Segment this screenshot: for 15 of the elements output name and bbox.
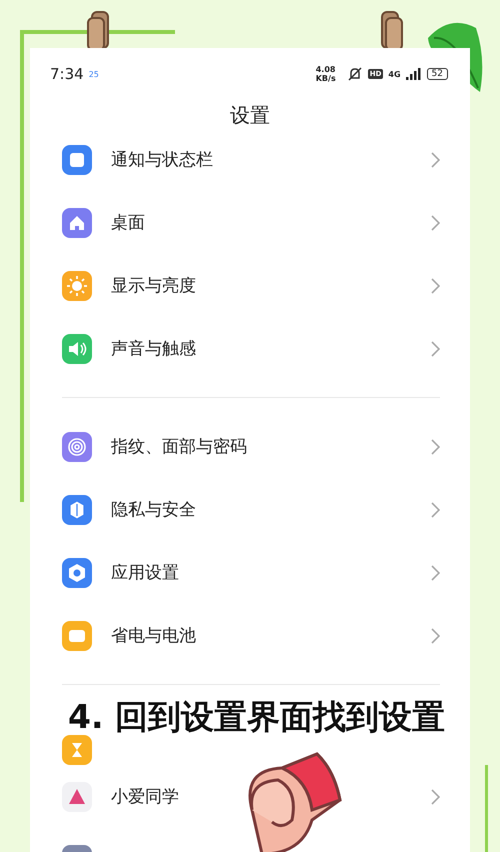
settings-item[interactable]: 桌面 bbox=[62, 191, 440, 254]
page-title: 设置 bbox=[229, 102, 271, 129]
settings-item[interactable]: 指纹、面部与密码 bbox=[62, 415, 440, 478]
network-type: 4G bbox=[388, 70, 401, 78]
network-speed: 4.08 KB/s bbox=[316, 65, 337, 83]
settings-item[interactable]: 省电与电池 bbox=[62, 604, 440, 667]
settings-item[interactable]: 显示与亮度 bbox=[62, 254, 440, 317]
settings-item[interactable]: 声音与触感 bbox=[62, 317, 440, 380]
weather-temperature: 25 bbox=[88, 70, 99, 78]
settings-item[interactable]: 应用设置 bbox=[62, 541, 440, 604]
caption-text: 4. 回到设置界面找到设置 bbox=[68, 700, 445, 733]
status-time: 7:34 bbox=[50, 65, 84, 83]
settings-item[interactable]: 隐私与安全 bbox=[62, 478, 440, 541]
battery-level: 52 bbox=[426, 68, 448, 80]
settings-item[interactable]: 通知与状态栏 bbox=[62, 128, 440, 191]
